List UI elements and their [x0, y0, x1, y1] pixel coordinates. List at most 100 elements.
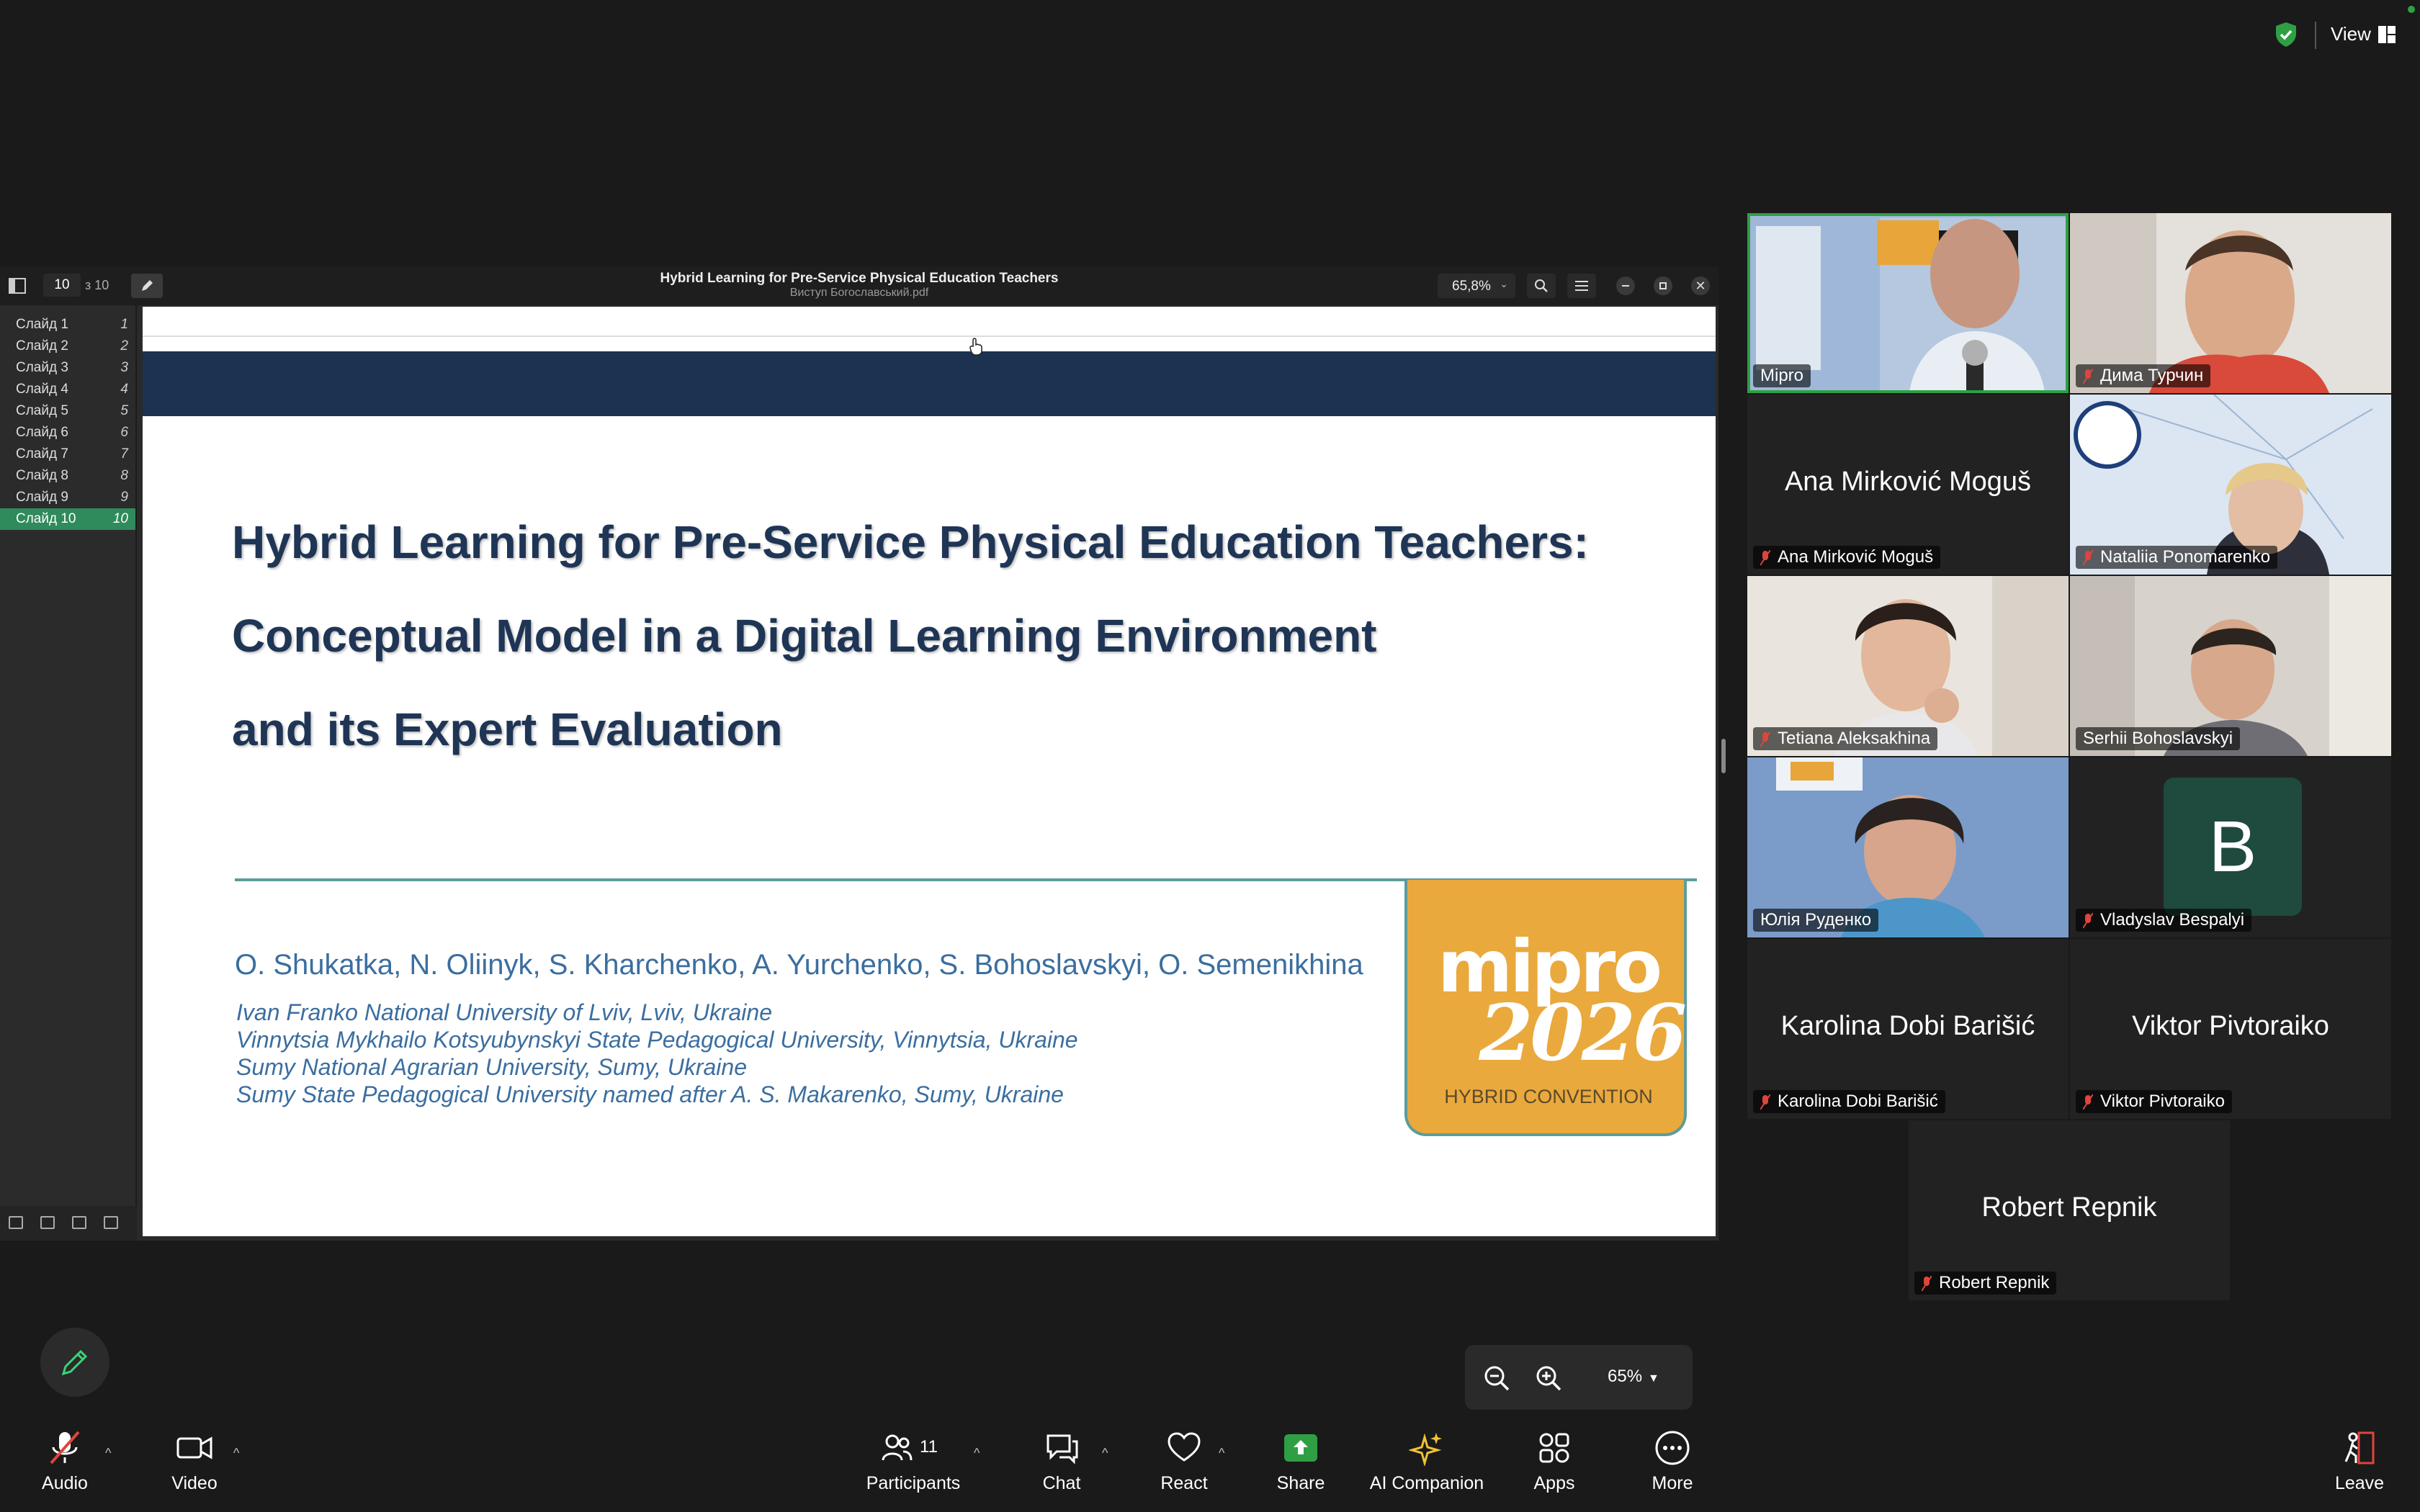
more-button[interactable]: More [1636, 1430, 1708, 1494]
slide-label: Слайд 3 [16, 360, 68, 375]
annotations-icon[interactable] [72, 1216, 86, 1229]
zoom-level[interactable]: 65% ▼ [1608, 1367, 1659, 1387]
video-tile[interactable]: B Vladyslav Bespalyi [2070, 757, 2391, 937]
video-tile[interactable]: Mipro [1747, 213, 2069, 393]
minimize-button[interactable] [1616, 276, 1635, 295]
audio-options-caret[interactable]: ^ [105, 1446, 111, 1461]
audio-button[interactable]: Audio [29, 1430, 101, 1494]
slide-number: 9 [120, 490, 128, 505]
mic-muted-icon [1760, 1094, 1770, 1110]
sidebar-toggle-icon[interactable] [9, 278, 26, 294]
share-screen-icon [1284, 1434, 1317, 1462]
grid-view-icon[interactable] [2377, 24, 2397, 45]
slide-list-item[interactable]: Слайд 4 4 [0, 379, 135, 400]
slide-list-item-active[interactable]: Слайд 10 10 [0, 508, 135, 530]
sparkle-icon [1409, 1433, 1442, 1466]
leave-button[interactable]: Leave [2323, 1430, 2396, 1494]
slide-label: Слайд 9 [16, 490, 68, 505]
participant-name-text: Vladyslav Bespalyi [2100, 910, 2245, 930]
close-icon: ✕ [1695, 279, 1706, 293]
apps-label: Apps [1533, 1473, 1575, 1493]
slide-number: 10 [112, 511, 128, 526]
close-button[interactable]: ✕ [1691, 276, 1710, 295]
participant-name: Ana Mirković Moguš [1753, 546, 1941, 569]
video-options-caret[interactable]: ^ [233, 1446, 239, 1461]
chat-button[interactable]: Chat [1026, 1430, 1098, 1494]
bookmarks-icon[interactable] [104, 1216, 118, 1229]
apps-button[interactable]: Apps [1518, 1430, 1590, 1494]
participant-name-text: Nataliia Ponomarenko [2100, 547, 2271, 567]
participant-name: Karolina Dobi Barišić [1753, 1090, 1945, 1113]
caret-down-icon: ▼ [1648, 1372, 1659, 1385]
page-number-input[interactable]: 10 [43, 274, 81, 297]
participant-display-name: Ana Mirković Moguš [1784, 467, 2032, 497]
video-tile[interactable]: Robert Repnik Robert Repnik [1909, 1120, 2230, 1300]
affiliation: Vinnytsia Mykhailo Kotsyubynskyi State P… [236, 1027, 1078, 1053]
slide-title-line: and its Expert Evaluation [232, 703, 783, 755]
video-tile[interactable]: Ana Mirković Moguš Ana Mirković Moguš [1747, 395, 2069, 575]
view-button[interactable]: View [2331, 23, 2371, 45]
slide-list-item[interactable]: Слайд 3 3 [0, 357, 135, 379]
mic-muted-icon [1760, 731, 1770, 747]
video-tile[interactable]: Karolina Dobi Barišić Karolina Dobi Bari… [1747, 939, 2069, 1119]
participant-name: Mipro [1753, 364, 1811, 387]
video-tile[interactable]: Nataliia Ponomarenko [2070, 395, 2391, 575]
chat-options-caret[interactable]: ^ [1102, 1446, 1108, 1461]
slide-list-item[interactable]: Слайд 2 2 [0, 336, 135, 357]
slide-list-item[interactable]: Слайд 7 7 [0, 444, 135, 465]
split-resize-handle[interactable] [1721, 739, 1726, 773]
slide-label: Слайд 6 [16, 425, 68, 440]
slide-list-item[interactable]: Слайд 8 8 [0, 465, 135, 487]
ai-companion-button[interactable]: AI Companion [1366, 1430, 1488, 1494]
search-button[interactable] [1527, 274, 1556, 298]
video-tile[interactable]: Юлія Руденко [1747, 757, 2069, 937]
mic-muted-icon [1922, 1275, 1932, 1292]
slide-list-item[interactable]: Слайд 9 9 [0, 487, 135, 508]
zoom-select[interactable]: 65,8% ⌄ [1438, 274, 1515, 298]
slide-authors: O. Shukatka, N. Oliinyk, S. Kharchenko, … [235, 949, 1363, 981]
slide-number: 5 [120, 403, 128, 418]
zoom-out-icon[interactable] [1482, 1364, 1511, 1392]
slide-label: Слайд 7 [16, 446, 68, 462]
affiliation: Sumy State Pedagogical University named … [236, 1081, 1064, 1107]
slide-list-item[interactable]: Слайд 1 1 [0, 314, 135, 336]
thumbnails-icon[interactable] [9, 1216, 23, 1229]
slide-list-item[interactable]: Слайд 6 6 [0, 422, 135, 444]
participants-button[interactable]: 11 Participants [856, 1430, 971, 1494]
annotate-button[interactable] [40, 1328, 109, 1397]
slide-title-line: Hybrid Learning for Pre-Service Physical… [232, 516, 1589, 568]
document-filename: Виступ Богославський.pdf [789, 287, 929, 299]
menu-button[interactable] [1567, 274, 1596, 298]
logo-year: 2026 [1479, 988, 1687, 1079]
slide-list-item[interactable]: Слайд 5 5 [0, 400, 135, 422]
slide-label: Слайд 2 [16, 338, 68, 354]
participant-name: Tetiana Aleksakhina [1753, 727, 1938, 750]
share-label: Share [1276, 1473, 1325, 1493]
react-button[interactable]: React [1148, 1430, 1220, 1494]
participant-display-name: Karolina Dobi Barišić [1780, 1011, 2035, 1041]
restore-button[interactable] [1654, 276, 1672, 295]
chat-icon [1047, 1434, 1078, 1464]
hamburger-icon [1575, 281, 1588, 291]
video-tile[interactable]: Tetiana Aleksakhina [1747, 576, 2069, 756]
share-zoom-controls: 65% ▼ [1465, 1345, 1693, 1410]
hand-cursor-icon [969, 338, 982, 356]
mic-muted-icon [2083, 1094, 2093, 1110]
slide-list-sidebar: Слайд 1 1 Слайд 2 2 Слайд 3 3 Слайд 4 4 Слай… [0, 305, 137, 1241]
zoom-in-icon[interactable] [1534, 1364, 1563, 1392]
apps-icon [1539, 1433, 1569, 1463]
annotate-button[interactable] [131, 274, 163, 298]
participants-options-caret[interactable]: ^ [974, 1446, 980, 1461]
outline-icon[interactable] [40, 1216, 55, 1229]
video-tile[interactable]: Viktor Pivtoraiko Viktor Pivtoraiko [2070, 939, 2391, 1119]
react-options-caret[interactable]: ^ [1219, 1446, 1224, 1461]
shield-icon[interactable] [2272, 20, 2300, 49]
slide-number: 8 [120, 468, 128, 483]
video-tile[interactable]: Serhii Bohoslavskyi [2070, 576, 2391, 756]
zoom-value: 65,8% [1452, 279, 1491, 294]
video-tile[interactable]: Дима Турчин [2070, 213, 2391, 393]
affiliation: Ivan Franko National University of Lviv,… [236, 999, 772, 1025]
video-button[interactable]: Video [158, 1430, 230, 1494]
share-button[interactable]: Share [1265, 1430, 1337, 1494]
slide-label: Слайд 8 [16, 468, 68, 483]
